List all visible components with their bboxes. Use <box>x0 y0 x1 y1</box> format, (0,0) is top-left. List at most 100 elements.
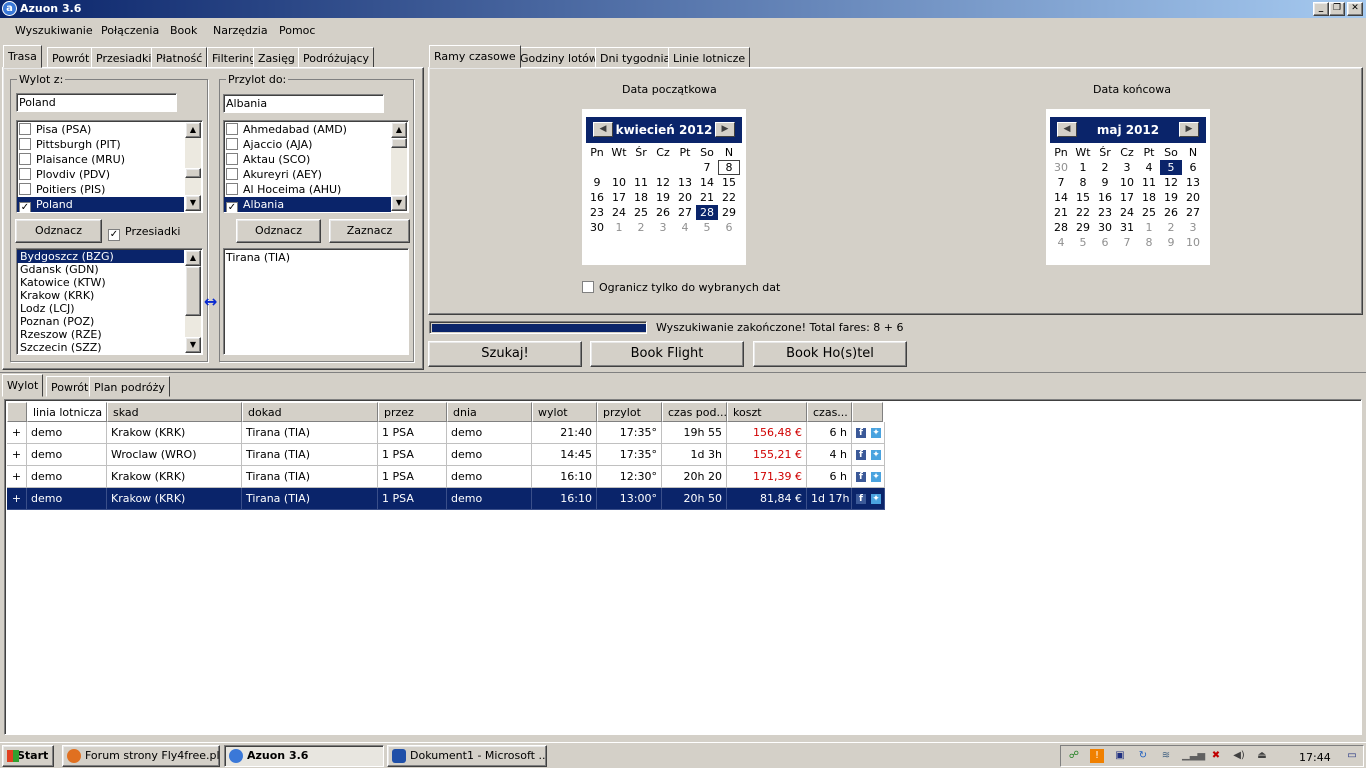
column-header[interactable]: dnia <box>447 402 532 422</box>
scroll-up-icon[interactable]: ▲ <box>391 122 407 138</box>
scroll-up-icon[interactable]: ▲ <box>185 122 201 138</box>
calendar-day[interactable]: 3 <box>1182 220 1204 235</box>
list-item[interactable]: Akureyri (AEY) <box>224 167 391 182</box>
scroll-down-icon[interactable]: ▼ <box>185 337 201 353</box>
restore-button[interactable]: ❐ <box>1329 2 1345 16</box>
checkbox-checked-icon[interactable]: ✓ <box>226 202 238 212</box>
checkbox-unchecked-icon[interactable] <box>226 138 238 150</box>
arrival-uncheck-button[interactable]: Odznacz <box>236 219 321 243</box>
task-azuon[interactable]: Azuon 3.6 <box>224 745 384 767</box>
list-item[interactable]: Plovdiv (PDV) <box>17 167 184 182</box>
checkbox-unchecked-icon[interactable] <box>19 123 31 135</box>
calendar-day[interactable]: 12 <box>652 175 674 190</box>
tab-payment[interactable]: Płatność <box>151 47 208 68</box>
departure-airports-list[interactable]: Bydgoszcz (BZG) Gdansk (GDN) Katowice (KTW… <box>16 248 203 355</box>
expand-icon[interactable]: + <box>7 488 27 510</box>
sync-icon[interactable]: ↻ <box>1136 749 1150 763</box>
calendar-day[interactable]: 4 <box>674 220 696 235</box>
departure-uncheck-button[interactable]: Odznacz <box>15 219 102 243</box>
list-item[interactable]: Plaisance (MRU) <box>17 152 184 167</box>
menu-search[interactable]: Wyszukiwanie <box>15 24 93 37</box>
arrival-list-scrollbar[interactable]: ▲ ▼ <box>391 122 407 211</box>
twitter-icon[interactable]: ✦ <box>871 450 881 460</box>
calendar-day[interactable]: 21 <box>1050 205 1072 220</box>
limit-dates-checkbox[interactable]: Ogranicz tylko do wybranych dat <box>582 281 780 294</box>
airport-item[interactable]: Katowice (KTW) <box>17 276 184 289</box>
end-calendar-grid[interactable]: Pn Wt Śr Cz Pt So N 30 1 2 3 4 5 6 7 8 9 10 11 12 13 14 15 16 17… <box>1050 145 1204 250</box>
calendar-day[interactable]: 8 <box>718 160 740 175</box>
tab-trip-plan[interactable]: Plan podróży <box>89 376 170 397</box>
calendar-day[interactable]: 9 <box>1094 175 1116 190</box>
list-item[interactable]: ✓ Poland <box>17 197 184 212</box>
calendar-day[interactable]: 13 <box>1182 175 1204 190</box>
network-icon[interactable]: ☍ <box>1067 749 1081 763</box>
calendar-day[interactable]: 18 <box>630 190 652 205</box>
list-item[interactable]: Al Hoceima (AHU) <box>224 182 391 197</box>
calendar-day[interactable]: 16 <box>1094 190 1116 205</box>
arrival-check-button[interactable]: Zaznacz <box>329 219 410 243</box>
list-item[interactable]: Poitiers (PIS) <box>17 182 184 197</box>
tab-inbound[interactable]: Powrót <box>46 376 94 397</box>
calendar-day[interactable]: 8 <box>1072 175 1094 190</box>
calendar-day[interactable]: 7 <box>1050 175 1072 190</box>
calendar-day[interactable]: 6 <box>718 220 740 235</box>
tab-return[interactable]: Powrót <box>47 47 95 68</box>
calendar-day[interactable]: 3 <box>1116 160 1138 175</box>
departure-country-input[interactable]: Poland <box>16 93 177 112</box>
book-flight-button[interactable]: Book Flight <box>590 341 744 367</box>
calendar-day[interactable]: 8 <box>1138 235 1160 250</box>
prev-month-icon[interactable]: ◀ <box>593 122 613 137</box>
calendar-day[interactable]: 3 <box>652 220 674 235</box>
calendar-day[interactable]: 27 <box>674 205 696 220</box>
table-row[interactable]: + demo Krakow (KRK) Tirana (TIA) 1 PSA demo 16… <box>7 488 885 510</box>
tab-travelers[interactable]: Podróżujący <box>298 47 375 68</box>
airport-item[interactable]: Gdansk (GDN) <box>17 263 184 276</box>
airport-item[interactable]: Lodz (LCJ) <box>17 302 184 315</box>
list-item[interactable]: ✓ Albania <box>224 197 391 212</box>
tab-flight-hours[interactable]: Godziny lotów <box>515 47 603 68</box>
task-firefox[interactable]: Forum strony Fly4free.pl... <box>62 745 220 767</box>
calendar-day[interactable]: 31 <box>1116 220 1138 235</box>
arrival-airports-list[interactable]: Tirana (TIA) <box>223 248 409 355</box>
calendar-day[interactable]: 28 <box>1050 220 1072 235</box>
calendar-day[interactable]: 15 <box>718 175 740 190</box>
checkbox-unchecked-icon[interactable] <box>19 168 31 180</box>
calendar-day[interactable]: 2 <box>1160 220 1182 235</box>
start-calendar-grid[interactable]: Pn Wt Śr Cz Pt So N 7 8 9 10 11 12 13 14 15 16 17 18 19 20 21… <box>586 145 740 235</box>
prev-month-icon[interactable]: ◀ <box>1057 122 1077 137</box>
scroll-thumb[interactable] <box>391 138 407 148</box>
expand-icon[interactable]: + <box>7 422 27 444</box>
calendar-day[interactable]: 25 <box>1138 205 1160 220</box>
calendar-day[interactable]: 17 <box>608 190 630 205</box>
airports-list-scrollbar[interactable]: ▲ ▼ <box>185 250 201 353</box>
calendar-day[interactable]: 9 <box>1160 235 1182 250</box>
facebook-icon[interactable]: f <box>856 428 866 438</box>
calendar-day[interactable]: 30 <box>1050 160 1072 175</box>
airport-item[interactable]: Bydgoszcz (BZG) <box>17 250 184 263</box>
tab-time-frames[interactable]: Ramy czasowe <box>429 45 521 68</box>
checkbox-unchecked-icon[interactable] <box>19 153 31 165</box>
tab-airlines[interactable]: Linie lotnicze <box>668 47 751 68</box>
calendar-day[interactable]: 5 <box>696 220 718 235</box>
facebook-icon[interactable]: f <box>856 450 866 460</box>
calendar-day[interactable]: 30 <box>1094 220 1116 235</box>
twitter-icon[interactable]: ✦ <box>871 428 881 438</box>
column-header[interactable]: czas pod... <box>662 402 727 422</box>
scroll-thumb[interactable] <box>185 168 201 178</box>
calendar-day[interactable]: 5 <box>1072 235 1094 250</box>
calendar-day[interactable]: 27 <box>1182 205 1204 220</box>
calendar-day[interactable]: 29 <box>718 205 740 220</box>
calendar-day[interactable]: 4 <box>1138 160 1160 175</box>
calendar-day[interactable]: 24 <box>608 205 630 220</box>
calendar-day[interactable]: 9 <box>586 175 608 190</box>
list-item[interactable]: Pisa (PSA) <box>17 122 184 137</box>
next-month-icon[interactable]: ▶ <box>715 122 735 137</box>
swap-direction-icon[interactable]: ↔ <box>204 292 217 311</box>
tab-weekdays[interactable]: Dni tygodnia <box>595 47 676 68</box>
signal-icon[interactable]: ▁▃▅ <box>1182 749 1205 763</box>
calendar-day[interactable]: 26 <box>1160 205 1182 220</box>
calendar-day[interactable]: 7 <box>696 160 718 175</box>
list-item[interactable]: Pittsburgh (PIT) <box>17 137 184 152</box>
menu-tools[interactable]: Narzędzia <box>213 24 268 37</box>
checkbox-unchecked-icon[interactable] <box>226 168 238 180</box>
